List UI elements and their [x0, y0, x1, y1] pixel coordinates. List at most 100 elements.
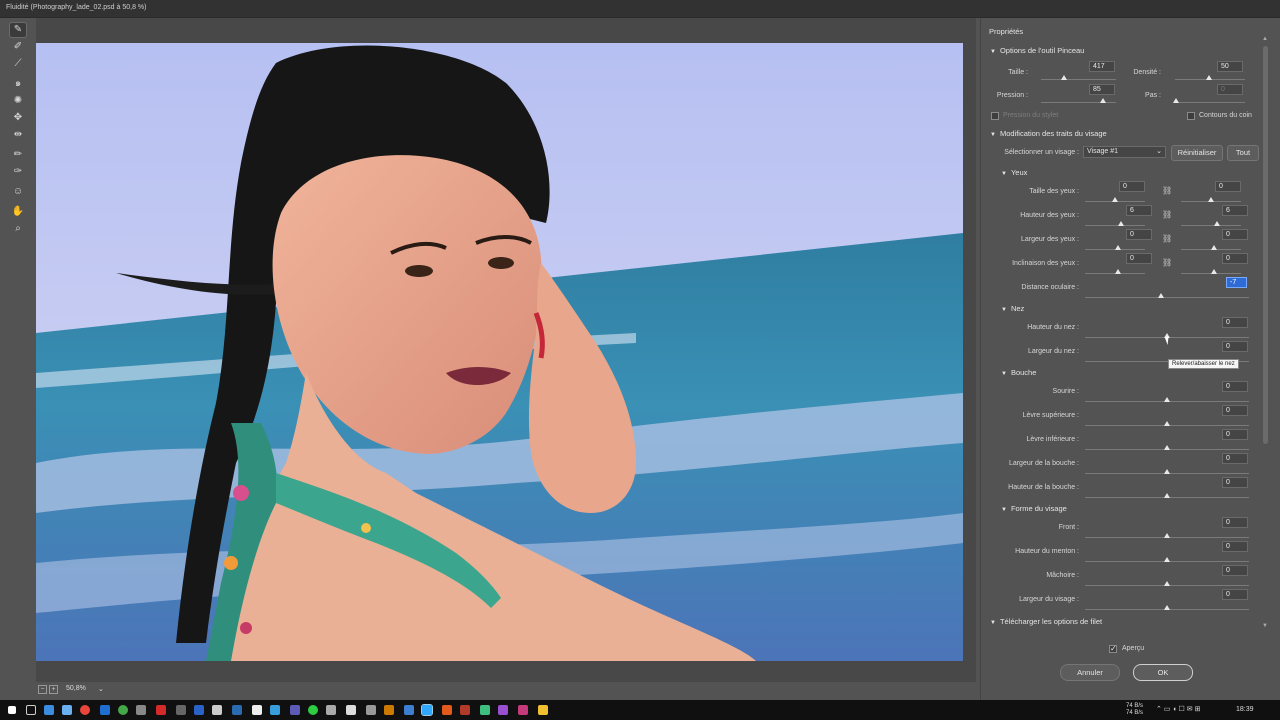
mouth-height-input[interactable]: 0 — [1222, 477, 1248, 488]
link-icon[interactable]: ⛓ — [1162, 234, 1172, 243]
slider-thumb[interactable] — [1164, 533, 1170, 538]
app-icon[interactable] — [232, 705, 242, 715]
slider-thumb[interactable] — [1164, 445, 1170, 450]
preview-checkbox[interactable] — [1109, 644, 1117, 653]
bloat-icon[interactable]: ✥ — [10, 111, 26, 125]
thaw-mask-icon[interactable]: ✑ — [10, 165, 26, 179]
mouth-header[interactable]: ▼ Bouche — [1001, 368, 1036, 377]
jaw-input[interactable]: 0 — [1222, 565, 1248, 576]
app-icon[interactable] — [346, 705, 356, 715]
link-icon[interactable]: ⛓ — [1162, 186, 1172, 195]
start-icon[interactable] — [8, 706, 16, 714]
eye-height-left-slider[interactable] — [1085, 225, 1145, 226]
link-icon[interactable]: ⛓ — [1162, 210, 1172, 219]
slider-thumb[interactable] — [1164, 557, 1170, 562]
slider-thumb[interactable] — [1164, 397, 1170, 402]
slider-thumb[interactable] — [1208, 197, 1214, 202]
lower-lip-input[interactable]: 0 — [1222, 429, 1248, 440]
eye-tilt-left-input[interactable]: 0 — [1126, 253, 1152, 264]
app-icon[interactable] — [194, 705, 204, 715]
pas-slider[interactable] — [1175, 102, 1245, 103]
push-left-icon[interactable]: ⇹ — [10, 128, 26, 142]
mouth-width-input[interactable]: 0 — [1222, 453, 1248, 464]
zoom-out-button[interactable]: − — [38, 685, 47, 694]
edge-icon[interactable] — [100, 705, 110, 715]
pas-slider-thumb[interactable] — [1173, 98, 1179, 103]
stylet-checkbox[interactable] — [991, 112, 999, 120]
eye-distance-slider[interactable] — [1085, 297, 1249, 298]
reset-button[interactable]: Réinitialiser — [1171, 145, 1223, 161]
face-features-header[interactable]: ▼ Modification des traits du visage — [990, 129, 1107, 138]
slider-thumb[interactable] — [1158, 293, 1164, 298]
app-icon[interactable] — [326, 705, 336, 715]
pression-input[interactable]: 85 — [1089, 84, 1115, 95]
eye-height-right-slider[interactable] — [1181, 225, 1241, 226]
eye-height-left-input[interactable]: 6 — [1126, 205, 1152, 216]
nose-width-input[interactable]: 0 — [1222, 341, 1248, 352]
app-icon[interactable] — [404, 705, 414, 715]
app-icon[interactable] — [442, 705, 452, 715]
tray-icons[interactable]: ⌃ ▭ ◖ ☐ ✉ ⊞ — [1156, 706, 1200, 713]
app-icon[interactable] — [384, 705, 394, 715]
photo-preview[interactable] — [36, 43, 963, 661]
app-icon[interactable] — [538, 705, 548, 715]
densite-input[interactable]: 50 — [1217, 61, 1243, 72]
slider-thumb[interactable] — [1211, 245, 1217, 250]
slider-thumb[interactable] — [1112, 197, 1118, 202]
pucker-icon[interactable]: ✺ — [10, 94, 26, 108]
twirl-icon[interactable]: ๑ — [10, 77, 26, 91]
app-icon[interactable] — [118, 705, 128, 715]
contours-checkbox[interactable] — [1187, 112, 1195, 120]
smooth-icon[interactable]: ⟋ — [10, 57, 26, 71]
all-button[interactable]: Tout — [1227, 145, 1259, 161]
slider-thumb[interactable] — [1164, 605, 1170, 610]
taille-slider[interactable] — [1041, 79, 1116, 80]
eye-size-right-input[interactable]: 0 — [1215, 181, 1241, 192]
face-tool-icon[interactable]: ☺ — [10, 185, 26, 199]
zoom-in-button[interactable]: + — [49, 685, 58, 694]
zoom-icon[interactable]: ⌕ — [10, 222, 26, 236]
app-icon[interactable] — [176, 705, 186, 715]
face-width-input[interactable]: 0 — [1222, 589, 1248, 600]
scroll-down-icon[interactable]: ▼ — [1262, 623, 1268, 629]
smile-input[interactable]: 0 — [1222, 381, 1248, 392]
face-shape-header[interactable]: ▼ Forme du visage — [1001, 504, 1067, 513]
zoom-select[interactable]: 50,8% ⌄ — [66, 685, 108, 696]
taille-input[interactable]: 417 — [1089, 61, 1115, 72]
app-icon[interactable] — [366, 705, 376, 715]
eye-size-left-input[interactable]: 0 — [1119, 181, 1145, 192]
app-icon[interactable] — [212, 705, 222, 715]
nose-header[interactable]: ▼ Nez — [1001, 304, 1024, 313]
slider-thumb[interactable] — [1118, 221, 1124, 226]
app-icon[interactable] — [44, 705, 54, 715]
app-icon[interactable] — [498, 705, 508, 715]
pdf-icon[interactable] — [156, 705, 166, 715]
nose-height-input[interactable]: 0 — [1222, 317, 1248, 328]
eye-width-right-input[interactable]: 0 — [1222, 229, 1248, 240]
cancel-button[interactable]: Annuler — [1060, 664, 1120, 681]
warp-icon[interactable]: ✎ — [9, 22, 27, 38]
forehead-input[interactable]: 0 — [1222, 517, 1248, 528]
eye-height-right-input[interactable]: 6 — [1222, 205, 1248, 216]
slider-thumb[interactable] — [1214, 221, 1220, 226]
photoshop-icon[interactable] — [421, 704, 433, 716]
select-face-dropdown[interactable]: Visage #1 ⌄ — [1083, 146, 1166, 158]
freeze-mask-icon[interactable]: ✏ — [10, 148, 26, 162]
reconstruct-icon[interactable]: ✐ — [10, 40, 26, 54]
slider-thumb[interactable] — [1164, 581, 1170, 586]
eye-tilt-right-input[interactable]: 0 — [1222, 253, 1248, 264]
scroll-up-icon[interactable]: ▲ — [1262, 36, 1268, 42]
app-icon[interactable] — [460, 705, 470, 715]
ok-button[interactable]: OK — [1133, 664, 1193, 681]
app-icon[interactable] — [480, 705, 490, 715]
brush-options-header[interactable]: ▼ Options de l'outil Pinceau — [990, 46, 1084, 55]
taille-slider-thumb[interactable] — [1061, 75, 1067, 80]
task-view-icon[interactable] — [26, 705, 36, 715]
upper-lip-input[interactable]: 0 — [1222, 405, 1248, 416]
spotify-icon[interactable] — [308, 705, 318, 715]
slider-thumb[interactable] — [1164, 421, 1170, 426]
app-icon[interactable] — [62, 705, 72, 715]
eyes-header[interactable]: ▼ Yeux — [1001, 168, 1027, 177]
panel-scrollbar-thumb[interactable] — [1263, 46, 1268, 444]
app-icon[interactable] — [290, 705, 300, 715]
